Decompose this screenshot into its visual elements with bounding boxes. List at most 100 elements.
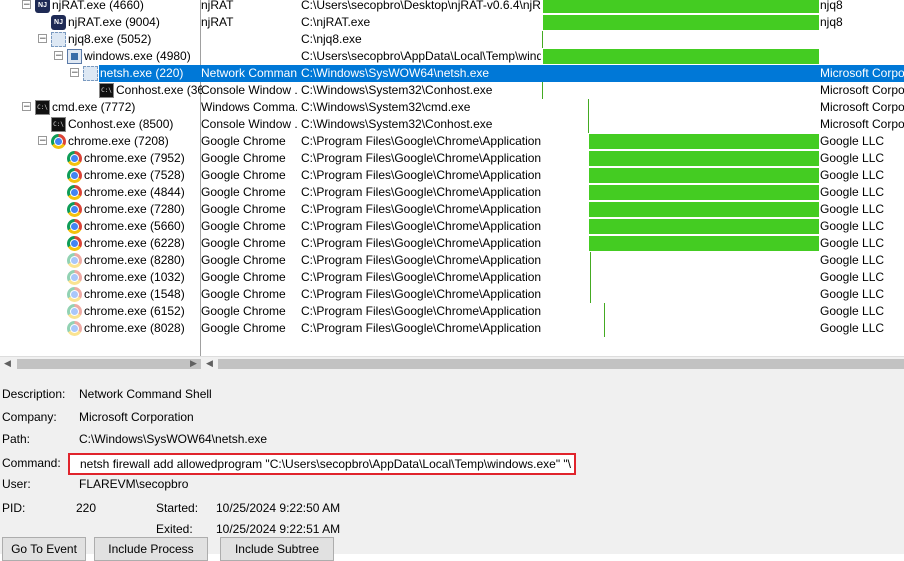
process-row[interactable]: chrome.exe (6152) Google Chrome C:\Program… — [0, 303, 904, 320]
njrat-icon: NJ — [35, 0, 50, 13]
process-name[interactable]: Conhost.exe (8500) — [68, 116, 175, 133]
process-row[interactable]: − chrome.exe (7208) Google Chrome C:\Progra… — [0, 133, 904, 150]
process-name[interactable]: netsh.exe (220) — [100, 65, 186, 82]
process-row[interactable]: − NJ njRAT.exe (4660) njRAT C:\Users\secopbr… — [0, 0, 904, 14]
horizontal-scrollbar[interactable]: ◀ ▶ ◀ — [0, 356, 904, 371]
process-name[interactable]: cmd.exe (7772) — [52, 99, 137, 116]
timeline-bar — [589, 151, 819, 166]
process-company: Google LLC — [820, 270, 885, 284]
process-name[interactable]: njq8.exe (5052) — [68, 31, 153, 48]
exited-value: 10/25/2024 9:22:51 AM — [216, 522, 341, 536]
process-row[interactable]: C:\ Conhost.exe (8500) Console Window ... C… — [0, 116, 904, 133]
chrome-icon — [67, 151, 82, 166]
process-path: C:\Program Files\Google\Chrome\Applicati… — [301, 151, 541, 165]
process-row[interactable]: C:\ Conhost.exe (366 Console Window ... C:\… — [0, 82, 904, 99]
process-row[interactable]: − windows.exe (4980) C:\Users\secopbro\App… — [0, 48, 904, 65]
process-row[interactable]: − netsh.exe (220) Network Comman... C:\Wind… — [0, 65, 904, 82]
process-row[interactable]: chrome.exe (8028) Google Chrome C:\Program… — [0, 320, 904, 337]
user-label: User: — [2, 477, 31, 491]
timeline-bar — [543, 0, 819, 13]
process-name[interactable]: chrome.exe (7280) — [84, 201, 187, 218]
timeline-marker — [604, 320, 605, 337]
process-company: Google LLC — [820, 219, 885, 233]
process-row[interactable]: − C:\ cmd.exe (7772) Windows Comma... C:\Win… — [0, 99, 904, 116]
collapse-icon[interactable]: − — [38, 34, 47, 44]
process-row[interactable]: chrome.exe (7528) Google Chrome C:\Program… — [0, 167, 904, 184]
exited-label: Exited: — [156, 522, 193, 536]
process-company: Google LLC — [820, 168, 885, 182]
process-description — [201, 31, 297, 48]
process-path: C:\Program Files\Google\Chrome\Applicati… — [301, 134, 541, 148]
process-row[interactable]: chrome.exe (5660) Google Chrome C:\Program… — [0, 218, 904, 235]
process-row[interactable]: chrome.exe (7952) Google Chrome C:\Program… — [0, 150, 904, 167]
description-label: Description: — [2, 387, 66, 401]
scroll-right-icon[interactable]: ▶ — [186, 357, 201, 372]
process-description: Google Chrome — [201, 168, 286, 182]
process-name[interactable]: chrome.exe (5660) — [84, 218, 187, 235]
console-icon: C:\ — [51, 117, 66, 132]
process-row[interactable]: chrome.exe (1548) Google Chrome C:\Program… — [0, 286, 904, 303]
timeline-bar — [543, 15, 819, 30]
process-name[interactable]: chrome.exe (1032) — [84, 269, 187, 286]
timeline-marker — [588, 99, 589, 116]
timeline-bar — [589, 219, 819, 234]
timeline-bar — [543, 49, 819, 64]
process-name[interactable]: chrome.exe (8280) — [84, 252, 187, 269]
process-description: Console Window ... — [201, 117, 297, 131]
process-description: Google Chrome — [201, 151, 286, 165]
description-value: Network Command Shell — [79, 387, 212, 401]
process-row[interactable]: chrome.exe (1032) Google Chrome C:\Program… — [0, 269, 904, 286]
process-name[interactable]: chrome.exe (4844) — [84, 184, 187, 201]
collapse-icon[interactable]: − — [54, 51, 63, 61]
process-description: Google Chrome — [201, 202, 286, 216]
process-path: C:\njRAT.exe — [301, 15, 371, 29]
process-name[interactable]: Conhost.exe (366 — [116, 82, 202, 99]
process-row[interactable]: chrome.exe (6228) Google Chrome C:\Program… — [0, 235, 904, 252]
process-description: Google Chrome — [201, 321, 286, 335]
process-name[interactable]: chrome.exe (1548) — [84, 286, 187, 303]
process-description: Google Chrome — [201, 236, 286, 250]
process-company — [820, 48, 904, 65]
process-name[interactable]: chrome.exe (7528) — [84, 167, 187, 184]
pid-label: PID: — [2, 501, 26, 515]
process-name[interactable]: chrome.exe (7208) — [68, 133, 171, 150]
process-name[interactable]: chrome.exe (8028) — [84, 320, 187, 337]
process-path: C:\njq8.exe — [301, 32, 362, 46]
process-name[interactable]: windows.exe (4980) — [84, 48, 193, 65]
collapse-icon[interactable]: − — [22, 102, 31, 112]
chrome-icon — [67, 253, 82, 268]
process-path: C:\Windows\System32\Conhost.exe — [301, 83, 493, 97]
scrollbar-thumb[interactable] — [17, 359, 201, 369]
process-row[interactable]: chrome.exe (8280) Google Chrome C:\Program… — [0, 252, 904, 269]
process-name[interactable]: chrome.exe (6152) — [84, 303, 187, 320]
chrome-icon — [67, 304, 82, 319]
go-to-event-button[interactable]: Go To Event — [2, 537, 86, 561]
scroll-left-icon[interactable]: ◀ — [202, 357, 217, 372]
process-name[interactable]: njRAT.exe (4660) — [52, 0, 146, 14]
chrome-icon — [51, 134, 66, 149]
process-row[interactable]: NJ njRAT.exe (9004) njRAT C:\njRAT.exe njq8 — [0, 14, 904, 31]
process-company: Microsoft Corporation — [820, 65, 904, 82]
process-tree[interactable]: − NJ njRAT.exe (4660) njRAT C:\Users\secopbr… — [0, 0, 904, 356]
process-description: Network Comman... — [201, 65, 297, 82]
process-name[interactable]: chrome.exe (6228) — [84, 235, 187, 252]
collapse-icon[interactable]: − — [22, 0, 31, 10]
collapse-icon[interactable]: − — [70, 68, 79, 78]
timeline-marker — [604, 303, 605, 320]
command-value[interactable]: netsh firewall add allowedprogram "C:\Us… — [80, 455, 571, 473]
process-company: Google LLC — [820, 151, 885, 165]
scroll-left-icon[interactable]: ◀ — [0, 357, 15, 372]
process-name[interactable]: njRAT.exe (9004) — [68, 14, 162, 31]
process-row[interactable]: chrome.exe (7280) Google Chrome C:\Program… — [0, 201, 904, 218]
process-company: Google LLC — [820, 253, 885, 267]
collapse-icon[interactable]: − — [38, 136, 47, 146]
include-process-button[interactable]: Include Process — [94, 537, 208, 561]
process-name[interactable]: chrome.exe (7952) — [84, 150, 187, 167]
process-description: Google Chrome — [201, 134, 286, 148]
process-row[interactable]: chrome.exe (4844) Google Chrome C:\Program… — [0, 184, 904, 201]
process-path: C:\Program Files\Google\Chrome\Applicati… — [301, 321, 541, 335]
timeline-bar — [589, 134, 819, 149]
process-row[interactable]: − njq8.exe (5052) C:\njq8.exe — [0, 31, 904, 48]
scrollbar-thumb[interactable] — [218, 359, 904, 369]
include-subtree-button[interactable]: Include Subtree — [220, 537, 334, 561]
